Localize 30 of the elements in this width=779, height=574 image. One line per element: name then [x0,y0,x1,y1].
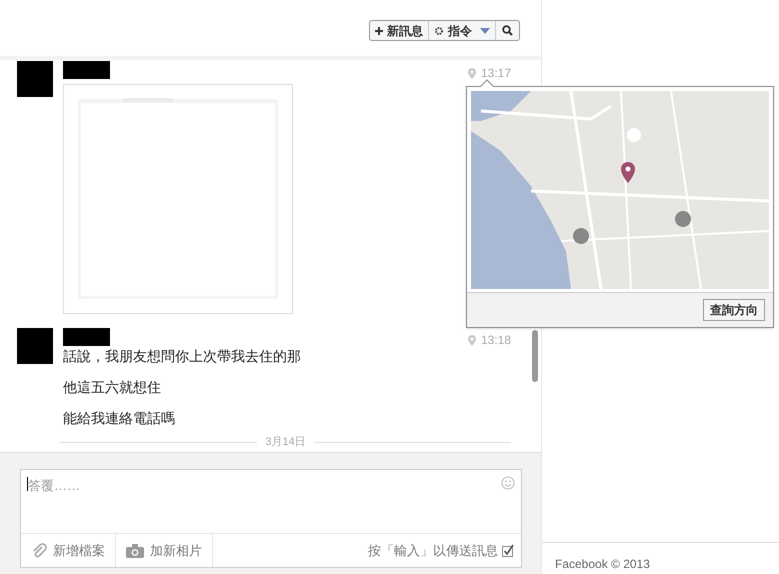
directions-button[interactable]: 查詢方向 [703,299,765,321]
avatar[interactable] [17,328,53,364]
message-text: 話說，我朋友想問你上次帶我去住的那 [63,347,302,366]
smiley-icon[interactable] [501,476,515,490]
new-message-button[interactable]: 新訊息 [370,21,429,40]
paperclip-icon [31,542,47,558]
attach-file-button[interactable]: 新增檔案 [21,534,116,567]
reply-box[interactable]: 答覆…… 新增檔案 加新相片 按「輸入」以傳送訊息 [20,469,522,568]
message-time: 13:17 [480,65,511,82]
camera-icon [126,544,144,558]
avatar[interactable] [17,61,53,97]
search-icon [502,25,513,36]
gear-icon [434,26,444,36]
reply-placeholder: 答覆…… [28,477,80,495]
redacted-name [63,328,110,346]
date-divider: 3月14日 [265,436,306,449]
message-time: 13:18 [480,332,511,349]
add-photo-button[interactable]: 加新相片 [116,534,213,567]
message-text: 他這五六就想住 [63,378,162,397]
location-pin-icon [468,68,476,78]
caret-icon [480,28,490,34]
actions-button[interactable]: 指令 [429,21,496,40]
message-text: 能給我連絡電話嗎 [63,409,176,428]
redacted-name [63,61,110,79]
location-pin-icon [468,334,476,346]
footer-copyright: Facebook © 2013 [555,557,650,571]
scrollbar[interactable] [532,330,538,382]
enter-to-send-checkbox[interactable] [502,544,515,557]
plus-icon [375,26,383,34]
send-hint: 按「輸入」以傳送訊息 [368,542,498,560]
